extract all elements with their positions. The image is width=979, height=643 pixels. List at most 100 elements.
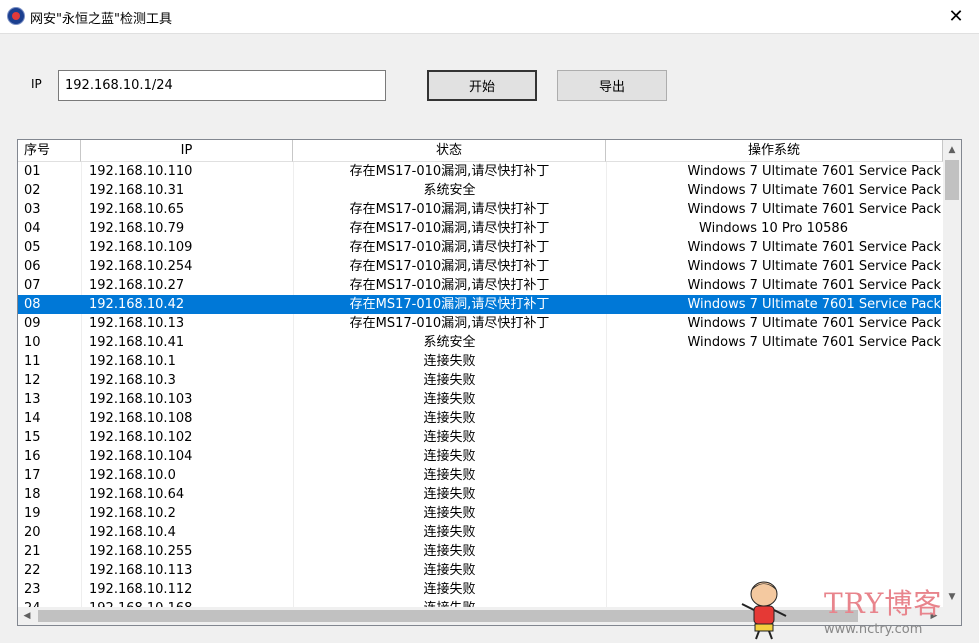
column-header-ip[interactable]: IP (81, 140, 293, 162)
cell-ip: 192.168.10.108 (89, 411, 193, 426)
cell-ip: 192.168.10.255 (89, 544, 193, 559)
cell-number: 01 (24, 164, 41, 179)
cell-number: 11 (24, 354, 41, 369)
table-row[interactable]: 07 192.168.10.27 存在MS17-010漏洞,请尽快打补丁 Window… (18, 276, 941, 295)
cell-ip: 192.168.10.102 (89, 430, 193, 445)
table-row[interactable]: 14 192.168.10.108 连接失败 (18, 409, 941, 428)
cell-ip: 192.168.10.110 (89, 164, 193, 179)
cartoon-mascot-icon (741, 581, 787, 640)
cell-ip: 192.168.10.112 (89, 582, 193, 597)
scroll-up-arrow-icon[interactable]: ▲ (943, 142, 961, 158)
cell-ip: 192.168.10.3 (89, 373, 176, 388)
table-row[interactable]: 20 192.168.10.4 连接失败 (18, 523, 941, 542)
list-header: 序号 IP 状态 操作系统 (18, 140, 961, 162)
cell-number: 18 (24, 487, 41, 502)
cell-ip: 192.168.10.64 (89, 487, 185, 502)
cell-os: Windows 7 Ultimate 7601 Service Pack (687, 202, 941, 217)
scroll-left-arrow-icon[interactable]: ◀ (18, 607, 36, 625)
table-row[interactable]: 01 192.168.10.110 存在MS17-010漏洞,请尽快打补丁 Windo… (18, 162, 941, 181)
cell-os (606, 542, 941, 561)
table-row[interactable]: 09 192.168.10.13 存在MS17-010漏洞,请尽快打补丁 Window… (18, 314, 941, 333)
table-row[interactable]: 11 192.168.10.1 连接失败 (18, 352, 941, 371)
horizontal-scroll-thumb[interactable] (38, 610, 858, 622)
cell-os: Windows 10 Pro 10586 (699, 221, 848, 236)
cell-os (606, 352, 941, 371)
cell-os: Windows 7 Ultimate 7601 Service Pack (687, 259, 941, 274)
cell-status: 连接失败 (293, 599, 606, 607)
table-row[interactable]: 15 192.168.10.102 连接失败 (18, 428, 941, 447)
cell-ip: 192.168.10.1 (89, 354, 176, 369)
cell-status: 连接失败 (423, 449, 476, 464)
table-row[interactable]: 17 192.168.10.0 连接失败 (18, 466, 941, 485)
cell-number: 21 (24, 544, 41, 559)
table-row[interactable]: 02 192.168.10.31 系统安全 Windows 7 Ultimate 76… (18, 181, 941, 200)
cell-ip: 192.168.10.65 (89, 202, 185, 217)
cell-ip: 192.168.10.4 (89, 525, 176, 540)
table-row[interactable]: 04 192.168.10.79 存在MS17-010漏洞,请尽快打补丁 Window… (18, 219, 941, 238)
cell-os: Windows 7 Ultimate 7601 Service Pack (687, 183, 941, 198)
watermark-brand: TRY博客 (824, 587, 943, 620)
app-shield-icon (7, 7, 25, 25)
table-row[interactable]: 03 192.168.10.65 存在MS17-010漏洞,请尽快打补丁 Window… (18, 200, 941, 219)
title-bar: 网安"永恒之蓝"检测工具 ✕ (0, 0, 979, 34)
cell-status: 存在MS17-010漏洞,请尽快打补丁 (349, 164, 550, 179)
cell-os (606, 466, 941, 485)
export-button[interactable]: 导出 (557, 70, 667, 101)
cell-ip: 192.168.10.168 (89, 599, 289, 607)
results-list[interactable]: 序号 IP 状态 操作系统 01 192.168.10.110 存在MS17-010… (17, 139, 962, 626)
cell-ip: 192.168.10.42 (89, 297, 185, 312)
cell-number: 10 (24, 335, 41, 350)
cell-os: Windows 7 Ultimate 7601 Service Pack (687, 335, 941, 350)
cell-status: 连接失败 (423, 563, 476, 578)
cell-status: 连接失败 (423, 430, 476, 445)
cell-status: 存在MS17-010漏洞,请尽快打补丁 (349, 202, 550, 217)
cell-number: 22 (24, 563, 41, 578)
cell-status: 连接失败 (423, 525, 476, 540)
cell-status: 连接失败 (423, 544, 476, 559)
column-header-number[interactable]: 序号 (18, 140, 81, 162)
column-header-os[interactable]: 操作系统 (606, 140, 943, 162)
cell-number: 03 (24, 202, 41, 217)
column-header-status[interactable]: 状态 (293, 140, 606, 162)
cell-number: 14 (24, 411, 41, 426)
table-row[interactable]: 06 192.168.10.254 存在MS17-010漏洞,请尽快打补丁 Windo… (18, 257, 941, 276)
cell-number: 06 (24, 259, 41, 274)
close-button[interactable]: ✕ (933, 0, 979, 33)
start-button[interactable]: 开始 (427, 70, 537, 101)
table-row[interactable]: 18 192.168.10.64 连接失败 (18, 485, 941, 504)
cell-status: 存在MS17-010漏洞,请尽快打补丁 (349, 297, 550, 312)
cell-os (606, 523, 941, 542)
table-row[interactable]: 16 192.168.10.104 连接失败 (18, 447, 941, 466)
cell-ip: 192.168.10.0 (89, 468, 176, 483)
ip-range-input[interactable] (58, 70, 386, 101)
vertical-scroll-thumb[interactable] (945, 160, 959, 200)
cell-os (606, 371, 941, 390)
cell-status: 存在MS17-010漏洞,请尽快打补丁 (349, 240, 550, 255)
cell-number: 24 (24, 599, 80, 607)
table-row[interactable]: 13 192.168.10.103 连接失败 (18, 390, 941, 409)
cell-number: 05 (24, 240, 41, 255)
cell-number: 15 (24, 430, 41, 445)
cell-status: 存在MS17-010漏洞,请尽快打补丁 (349, 221, 550, 236)
vertical-scrollbar[interactable]: ▲ ▼ (943, 140, 961, 607)
cell-ip: 192.168.10.113 (89, 563, 193, 578)
table-row[interactable]: 10 192.168.10.41 系统安全 Windows 7 Ultimate 76… (18, 333, 941, 352)
watermark: TRY博客 www.nctry.com (738, 578, 968, 640)
cell-status: 连接失败 (423, 487, 476, 502)
cell-ip: 192.168.10.104 (89, 449, 193, 464)
cell-os: Windows 7 Ultimate 7601 Service Pack (687, 278, 941, 293)
cell-status: 存在MS17-010漏洞,请尽快打补丁 (349, 316, 550, 331)
table-row[interactable]: 19 192.168.10.2 连接失败 (18, 504, 941, 523)
table-row[interactable]: 12 192.168.10.3 连接失败 (18, 371, 941, 390)
cell-number: 12 (24, 373, 41, 388)
cell-ip: 192.168.10.103 (89, 392, 193, 407)
table-row[interactable]: 05 192.168.10.109 存在MS17-010漏洞,请尽快打补丁 Windo… (18, 238, 941, 257)
cell-status: 连接失败 (423, 411, 476, 426)
cell-os (606, 428, 941, 447)
cell-status: 系统安全 (423, 183, 476, 198)
table-row[interactable]: 21 192.168.10.255 连接失败 (18, 542, 941, 561)
cell-ip: 192.168.10.13 (89, 316, 185, 331)
cell-number: 16 (24, 449, 41, 464)
table-row[interactable]: 08 192.168.10.42 存在MS17-010漏洞,请尽快打补丁 Window… (18, 295, 941, 314)
cell-number: 13 (24, 392, 41, 407)
